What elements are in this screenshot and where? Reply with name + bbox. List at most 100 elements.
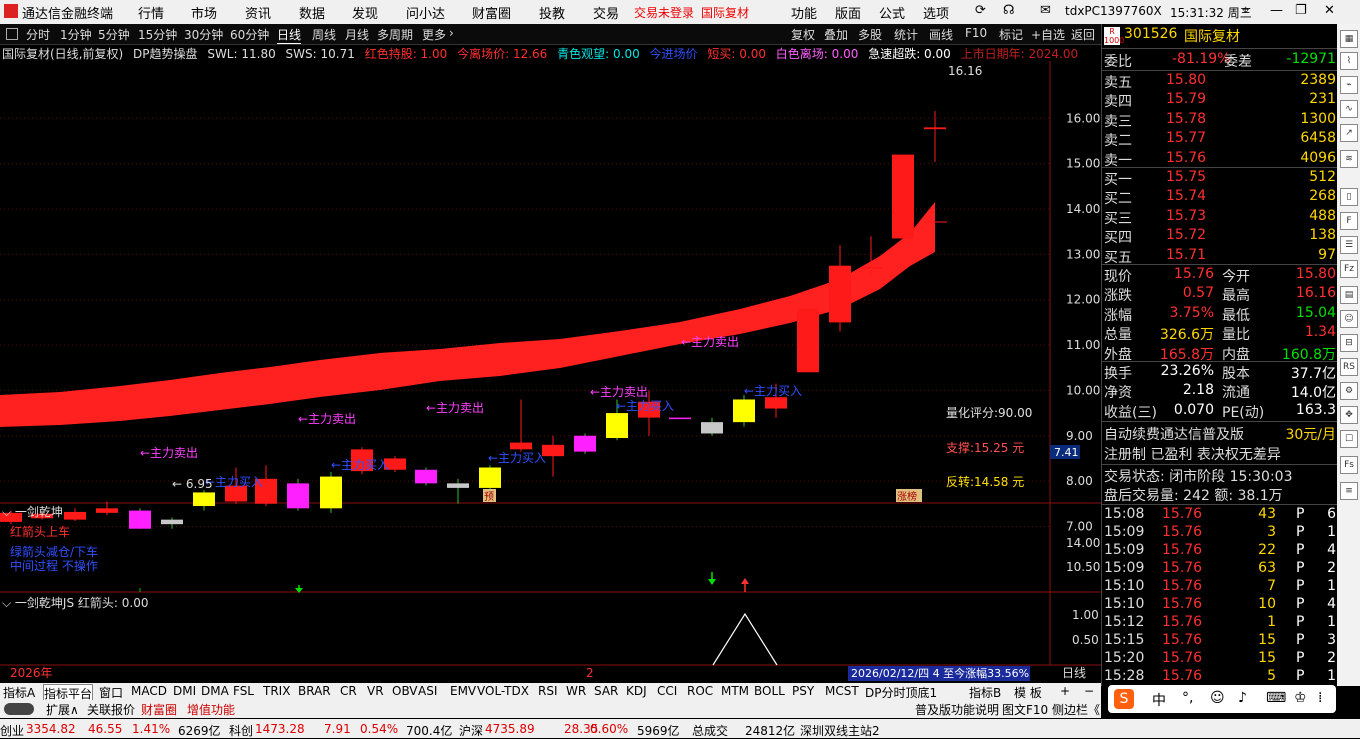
person-icon[interactable]: ☺ [1340, 310, 1358, 328]
period-weekly[interactable]: 周线 [312, 26, 336, 43]
gear-icon[interactable]: ⚙ [1340, 382, 1358, 400]
btn-stats[interactable]: 统计 [894, 26, 918, 43]
period-daily[interactable]: 日线 [277, 26, 302, 44]
dash-icon[interactable]: ⊟ [1340, 334, 1358, 352]
ime-zh-icon[interactable]: 中 [1152, 690, 1166, 710]
maximize-icon[interactable]: ❐ [1295, 3, 1307, 18]
pin-icon[interactable]: ⌖ [1242, 3, 1249, 18]
indicator-name[interactable]: DP趋势操盘 [133, 47, 197, 61]
indicator-tab[interactable]: DMI [173, 684, 196, 698]
indicator-tab[interactable]: DMA [201, 684, 229, 698]
candle[interactable] [161, 517, 183, 529]
server-name[interactable]: 深圳双线主站2 [800, 722, 880, 739]
basic-help[interactable]: 普及版功能说明 [915, 701, 999, 718]
candle[interactable] [829, 245, 851, 332]
candle[interactable] [129, 508, 151, 529]
candle[interactable] [320, 472, 342, 513]
candle[interactable] [287, 478, 309, 511]
candle[interactable] [797, 308, 819, 373]
btn-overlay[interactable]: 叠加 [824, 26, 848, 43]
candle[interactable] [64, 508, 86, 522]
menu-trade[interactable]: 交易 [593, 3, 619, 22]
btn-adjust[interactable]: 复权 [791, 26, 815, 43]
period-multi[interactable]: 多周期 [377, 26, 413, 43]
menu-data[interactable]: 数据 [299, 3, 325, 22]
menu-function[interactable]: 功能 [791, 3, 817, 22]
indicator-tab[interactable]: BOLL [754, 684, 785, 698]
period-15m[interactable]: 15分钟 [138, 26, 177, 43]
indicator-tab[interactable]: 模 板 [1014, 684, 1042, 701]
ext-wealth[interactable]: 财富圈 [141, 701, 177, 718]
sub1-title[interactable]: ⌵ 一剑乾坤 [2, 504, 63, 519]
chart5-icon[interactable]: ≋ [1340, 150, 1358, 168]
ext-addon[interactable]: 增值功能 [187, 701, 235, 718]
indicator-tab[interactable]: TRIX [263, 684, 290, 698]
quote-row[interactable]: 卖三 15.78 1300 [1104, 111, 1336, 130]
indicator-tab[interactable]: VR [367, 684, 384, 698]
indicator-tab[interactable]: DP分时顶底1 [865, 684, 937, 701]
indicator-tab[interactable]: 指标A [3, 684, 35, 701]
kline-icon[interactable]: ▯ [1340, 188, 1358, 206]
headset-icon[interactable]: ☊ [1003, 3, 1015, 18]
quote-row[interactable]: 卖五 15.80 2389 [1104, 72, 1336, 91]
square-icon[interactable] [6, 28, 18, 40]
ime-mic-icon[interactable]: ♪ [1238, 690, 1247, 706]
fz-icon[interactable]: Fz [1340, 260, 1358, 278]
period-monthly[interactable]: 月线 [345, 26, 369, 43]
rss-icon[interactable]: RS [1340, 358, 1358, 376]
promo-price[interactable]: 30元/月 [1285, 424, 1336, 444]
btn-add-fav[interactable]: +自选 [1031, 26, 1065, 43]
menu-news[interactable]: 资讯 [245, 3, 271, 22]
indicator-tab[interactable]: CR [340, 684, 357, 698]
login-status[interactable]: 交易未登录 [634, 4, 694, 21]
chevron-right-icon[interactable]: › [449, 26, 454, 40]
promo-text[interactable]: 自动续费通达信普及版 [1104, 424, 1244, 444]
sidebar-toggle[interactable]: 侧边栏《 [1052, 701, 1100, 718]
minimize-icon[interactable]: — [1270, 3, 1283, 18]
list-icon[interactable]: ☰ [1340, 236, 1358, 254]
f10-graphic[interactable]: 图文F10 [1002, 701, 1048, 718]
line-chart-icon[interactable]: ⌇ [1340, 52, 1358, 70]
indicator-tab[interactable]: MACD [131, 684, 167, 698]
toggle-switch[interactable] [4, 703, 34, 715]
promo-row[interactable]: 自动续费通达信普及版 30元/月 [1104, 424, 1336, 444]
indicator-tab[interactable]: WR [566, 684, 586, 698]
quote-row[interactable]: 买一 15.75 512 [1104, 169, 1336, 188]
refresh-icon[interactable]: ⟳ [975, 3, 986, 18]
indicator-tab[interactable]: 指标B [969, 684, 1001, 701]
menu-market2[interactable]: 市场 [191, 3, 217, 22]
indicator-tab[interactable]: CCI [657, 684, 677, 698]
ime-emoji-icon[interactable]: ☺ [1210, 690, 1225, 706]
lock-icon[interactable]: ☐ [1340, 430, 1358, 448]
indicator-tab[interactable]: ROC [687, 684, 713, 698]
menu-layout[interactable]: 版面 [835, 3, 861, 22]
candle[interactable] [510, 399, 532, 452]
chart-area[interactable]: 16.00 15.00 14.00 13.00 12.00 11.00 10.00 9.00 8… [0, 61, 1101, 683]
indicator-tab[interactable]: BRAR [298, 684, 331, 698]
sub2-title[interactable]: ⌵ 一剑乾坤JS 红箭头: 0.00 [2, 595, 149, 610]
menu-edu[interactable]: 投教 [539, 3, 565, 22]
add-tab-icon[interactable]: + [1060, 684, 1070, 698]
btn-back[interactable]: 返回 [1071, 26, 1095, 43]
message-icon[interactable]: ✉ [1040, 3, 1051, 18]
period-60m[interactable]: 60分钟 [230, 26, 269, 43]
candle[interactable] [924, 111, 946, 162]
menu-options[interactable]: 选项 [923, 3, 949, 22]
candle[interactable] [447, 478, 469, 504]
period-1m[interactable]: 1分钟 [60, 26, 92, 43]
ime-grid-icon[interactable]: ⁞ [1318, 690, 1322, 706]
chart4-icon[interactable]: ↗ [1340, 124, 1358, 142]
close-icon[interactable]: ✕ [1324, 3, 1335, 18]
quote-row[interactable]: 买五 15.71 97 [1104, 247, 1336, 266]
btn-mark[interactable]: 标记 [999, 26, 1023, 43]
ext-expand[interactable]: 扩展∧ [46, 701, 79, 718]
indicator-tab[interactable]: KDJ [626, 684, 647, 698]
btn-multi[interactable]: 多股 [858, 26, 882, 43]
f10-icon[interactable]: F [1340, 212, 1358, 230]
indicator-tab[interactable]: OBV [392, 684, 418, 698]
period-more[interactable]: 更多 [422, 26, 446, 43]
indicator-tab[interactable]: FSL [233, 684, 254, 698]
menu-market[interactable]: 行情 [138, 3, 164, 22]
chart6-icon[interactable]: ≡ [1340, 482, 1358, 500]
ext-related[interactable]: 关联报价 [87, 701, 135, 718]
